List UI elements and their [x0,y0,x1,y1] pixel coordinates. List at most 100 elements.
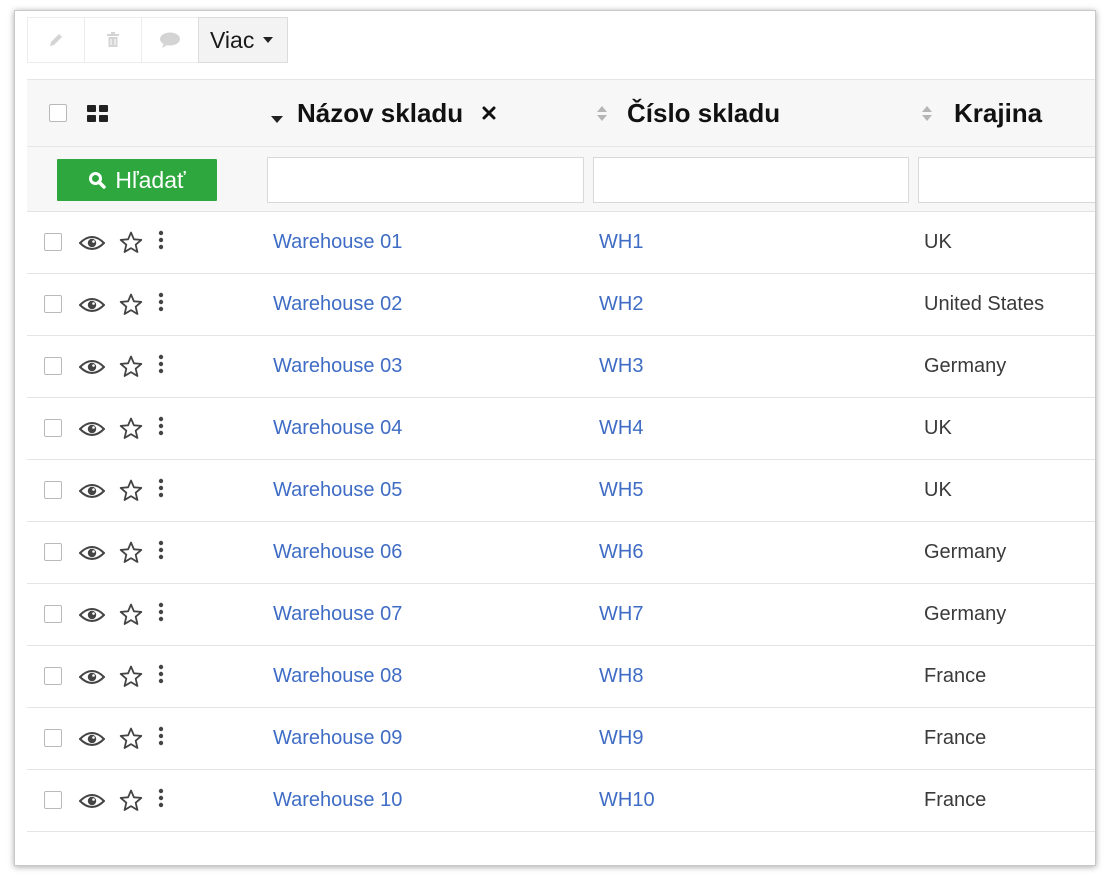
warehouse-number-link[interactable]: WH2 [599,293,643,316]
more-vertical-icon[interactable] [158,602,164,622]
delete-button[interactable] [84,17,141,63]
more-vertical-icon[interactable] [158,664,164,684]
country-cell: France [924,789,987,811]
warehouse-name-link[interactable]: Warehouse 01 [273,231,402,254]
warehouse-number-link[interactable]: WH5 [599,479,643,502]
search-label: Hľadať [115,166,186,193]
table-row[interactable]: Warehouse 09 WH9 France [27,708,1095,770]
eye-icon[interactable] [79,297,105,313]
more-vertical-icon[interactable] [158,478,164,498]
country-cell: France [924,665,987,687]
filter-country-input[interactable] [918,157,1095,203]
eye-icon[interactable] [79,545,105,561]
sort-icon[interactable] [922,106,932,122]
edit-button[interactable] [27,17,84,63]
star-icon[interactable] [119,727,143,750]
table-row[interactable]: Warehouse 01 WH1 UK [27,212,1095,274]
more-vertical-icon[interactable] [158,726,164,746]
warehouse-name-link[interactable]: Warehouse 08 [273,665,402,688]
eye-icon[interactable] [79,483,105,499]
table-row[interactable]: Warehouse 10 WH10 France [27,770,1095,832]
search-button[interactable]: Hľadať [57,159,217,201]
row-checkbox[interactable] [44,295,62,313]
eye-icon[interactable] [79,607,105,623]
warehouse-number-link[interactable]: WH8 [599,665,643,688]
sort-icon[interactable] [597,106,607,122]
remove-sort-icon[interactable] [482,106,496,120]
more-vertical-icon[interactable] [158,354,164,374]
warehouse-number-link[interactable]: WH9 [599,727,643,750]
warehouse-number-link[interactable]: WH4 [599,417,643,440]
row-checkbox[interactable] [44,357,62,375]
filter-number-input[interactable] [593,157,909,203]
table-row[interactable]: Warehouse 06 WH6 Germany [27,522,1095,584]
column-header-name[interactable]: Názov skladu [297,98,463,129]
grid-header: Názov skladu Číslo skladu Krajina [27,80,1095,147]
star-icon[interactable] [119,603,143,626]
warehouse-name-link[interactable]: Warehouse 03 [273,355,402,378]
eye-icon[interactable] [79,731,105,747]
star-icon[interactable] [119,541,143,564]
more-dropdown[interactable]: Viac [198,17,289,63]
row-checkbox[interactable] [44,481,62,499]
row-checkbox[interactable] [44,419,62,437]
table-row[interactable]: Warehouse 02 WH2 United States [27,274,1095,336]
more-vertical-icon[interactable] [158,540,164,560]
table-row[interactable]: Warehouse 07 WH7 Germany [27,584,1095,646]
warehouse-grid: Názov skladu Číslo skladu Krajina Hľadať… [27,79,1095,832]
more-vertical-icon[interactable] [158,416,164,436]
comment-button[interactable] [141,17,198,63]
toolbar: Viac [27,17,289,63]
warehouse-name-link[interactable]: Warehouse 02 [273,293,402,316]
country-cell: UK [924,231,952,253]
table-row[interactable]: Warehouse 08 WH8 France [27,646,1095,708]
eye-icon[interactable] [79,669,105,685]
warehouse-number-link[interactable]: WH10 [599,789,655,812]
warehouse-number-link[interactable]: WH1 [599,231,643,254]
star-icon[interactable] [119,231,143,254]
row-checkbox[interactable] [44,543,62,561]
warehouse-name-link[interactable]: Warehouse 07 [273,603,402,626]
warehouse-name-link[interactable]: Warehouse 05 [273,479,402,502]
warehouse-name-link[interactable]: Warehouse 04 [273,417,402,440]
eye-icon[interactable] [79,793,105,809]
column-header-number[interactable]: Číslo skladu [627,98,780,129]
warehouse-number-link[interactable]: WH7 [599,603,643,626]
row-checkbox[interactable] [44,667,62,685]
sort-desc-icon[interactable] [271,116,283,123]
column-header-country[interactable]: Krajina [954,98,1042,129]
star-icon[interactable] [119,789,143,812]
row-checkbox[interactable] [44,791,62,809]
eye-icon[interactable] [79,359,105,375]
column-settings-icon[interactable] [87,105,109,123]
country-cell: UK [924,417,952,439]
eye-icon[interactable] [79,235,105,251]
star-icon[interactable] [119,355,143,378]
row-checkbox[interactable] [44,605,62,623]
pencil-icon [50,34,62,46]
more-vertical-icon[interactable] [158,292,164,312]
table-row[interactable]: Warehouse 03 WH3 Germany [27,336,1095,398]
country-cell: France [924,727,987,749]
more-label: Viac [210,26,255,53]
table-row[interactable]: Warehouse 04 WH4 UK [27,398,1095,460]
select-all-checkbox[interactable] [49,104,67,122]
caret-down-icon [263,37,274,43]
row-checkbox[interactable] [44,729,62,747]
star-icon[interactable] [119,665,143,688]
table-row[interactable]: Warehouse 05 WH5 UK [27,460,1095,522]
warehouse-name-link[interactable]: Warehouse 09 [273,727,402,750]
warehouse-name-link[interactable]: Warehouse 06 [273,541,402,564]
star-icon[interactable] [119,417,143,440]
warehouse-number-link[interactable]: WH6 [599,541,643,564]
star-icon[interactable] [119,293,143,316]
more-vertical-icon[interactable] [158,788,164,808]
warehouse-number-link[interactable]: WH3 [599,355,643,378]
eye-icon[interactable] [79,421,105,437]
country-cell: Germany [924,541,1007,563]
more-vertical-icon[interactable] [158,230,164,250]
star-icon[interactable] [119,479,143,502]
filter-name-input[interactable] [267,157,584,203]
warehouse-name-link[interactable]: Warehouse 10 [273,789,402,812]
row-checkbox[interactable] [44,233,62,251]
